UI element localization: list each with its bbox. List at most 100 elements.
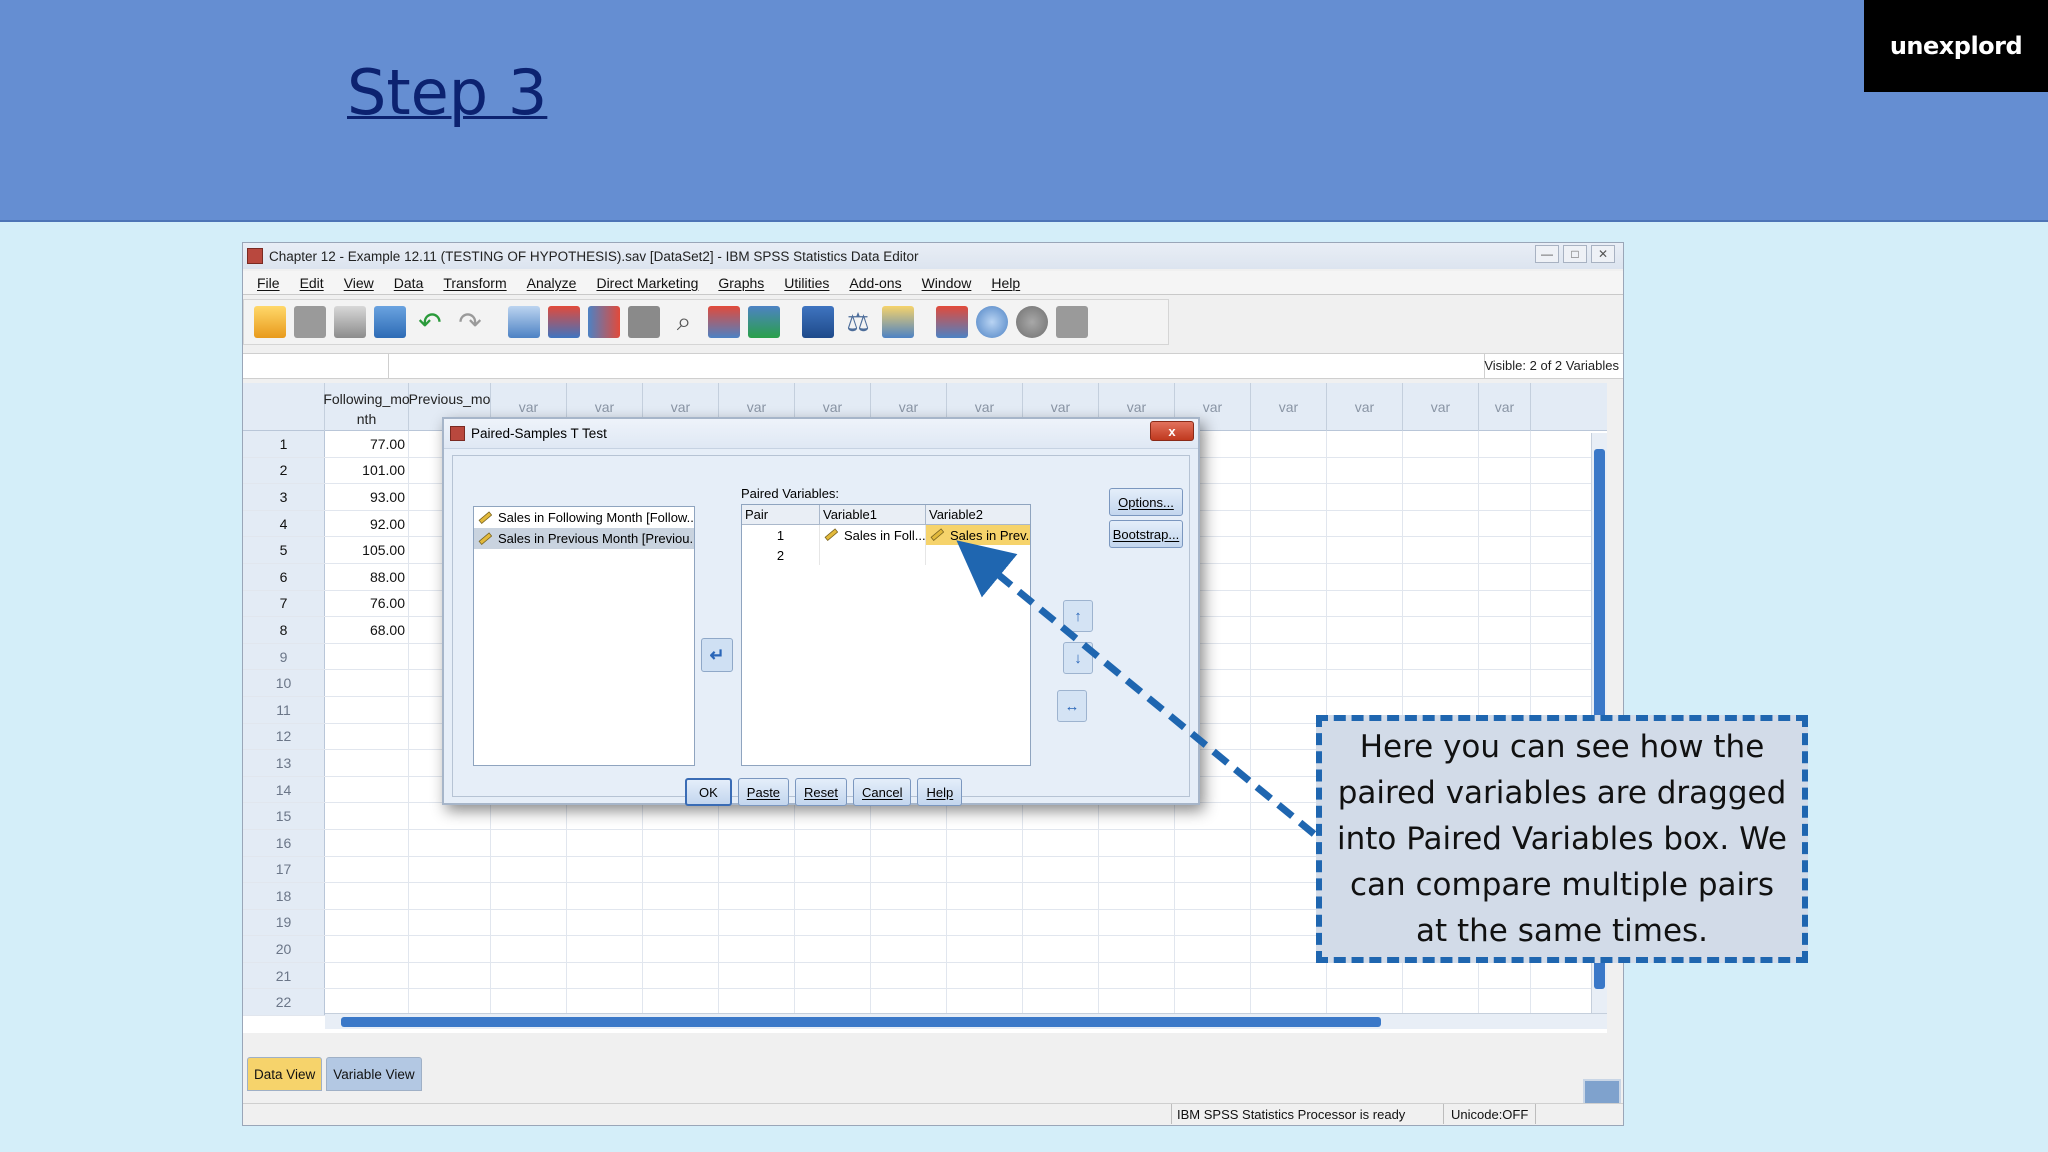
grid-cell[interactable]	[567, 989, 643, 1016]
grid-cell[interactable]	[1327, 510, 1403, 537]
save-icon[interactable]	[294, 306, 326, 338]
grid-cell[interactable]	[1327, 617, 1403, 643]
bootstrap-button[interactable]: Bootstrap...	[1109, 520, 1183, 548]
open-folder-icon[interactable]	[254, 306, 286, 338]
redo-icon[interactable]: ↷	[454, 306, 486, 338]
grid-cell[interactable]	[1175, 803, 1251, 829]
grid-cell[interactable]	[1403, 989, 1479, 1016]
source-variable-list[interactable]: Sales in Following Month [Follow... Sale…	[473, 506, 695, 766]
paired-row-2[interactable]: 2	[742, 545, 1030, 565]
grid-cell[interactable]	[1175, 936, 1251, 962]
source-item-following-month[interactable]: Sales in Following Month [Follow...	[474, 507, 694, 528]
pair-variable2[interactable]	[926, 545, 1030, 565]
grid-cell[interactable]: 105.00	[325, 537, 409, 563]
grid-cell[interactable]: 92.00	[325, 510, 409, 537]
grid-cell[interactable]	[795, 962, 871, 989]
grid-cell[interactable]	[1099, 883, 1175, 909]
grid-cell[interactable]	[409, 909, 491, 936]
grid-cell[interactable]	[643, 829, 719, 856]
paste-button[interactable]: Paste	[737, 778, 790, 806]
grid-cell[interactable]	[409, 803, 491, 829]
grid-cell[interactable]	[325, 883, 409, 909]
grid-cell[interactable]	[871, 803, 947, 829]
grid-cell[interactable]	[1251, 617, 1327, 643]
menu-transform[interactable]: Transform	[433, 275, 516, 291]
weight-cases-icon[interactable]: ⚖	[842, 306, 874, 338]
grid-cell[interactable]	[719, 989, 795, 1016]
row-number[interactable]: 5	[243, 537, 325, 563]
row-number[interactable]: 19	[243, 909, 325, 936]
grid-cell[interactable]	[1479, 989, 1531, 1016]
row-number[interactable]: 9	[243, 643, 325, 670]
row-number[interactable]: 17	[243, 856, 325, 883]
grid-cell[interactable]	[491, 883, 567, 909]
grid-cell[interactable]	[1403, 670, 1479, 696]
grid-cell[interactable]	[1175, 856, 1251, 883]
grid-cell[interactable]	[491, 856, 567, 883]
grid-cell[interactable]	[947, 803, 1023, 829]
spell-check-icon[interactable]	[1056, 306, 1088, 338]
menu-direct-marketing[interactable]: Direct Marketing	[586, 275, 708, 291]
move-to-paired-button[interactable]: ↵	[701, 638, 733, 672]
grid-cell[interactable]	[491, 803, 567, 829]
grid-cell[interactable]: 93.00	[325, 484, 409, 510]
grid-cell[interactable]	[947, 829, 1023, 856]
grid-cell[interactable]	[1251, 590, 1327, 617]
value-labels-icon[interactable]	[936, 306, 968, 338]
grid-cell[interactable]	[871, 829, 947, 856]
grid-cell[interactable]	[947, 936, 1023, 962]
menu-window[interactable]: Window	[912, 275, 982, 291]
grid-cell[interactable]	[1251, 484, 1327, 510]
column-header-var[interactable]: var	[1327, 383, 1403, 431]
grid-cell[interactable]	[409, 856, 491, 883]
menu-edit[interactable]: Edit	[290, 275, 334, 291]
grid-cell[interactable]	[325, 803, 409, 829]
pair-variable1[interactable]: Sales in Foll...	[820, 525, 926, 545]
grid-cell[interactable]	[1479, 670, 1531, 696]
goto-variable-icon[interactable]	[548, 306, 580, 338]
grid-cell[interactable]	[325, 829, 409, 856]
grid-cell[interactable]	[947, 883, 1023, 909]
maximize-button[interactable]: □	[1563, 245, 1587, 263]
grid-cell[interactable]	[491, 936, 567, 962]
grid-cell[interactable]	[1403, 563, 1479, 590]
grid-cell[interactable]	[325, 989, 409, 1016]
row-number[interactable]: 21	[243, 962, 325, 989]
grid-cell[interactable]	[1251, 431, 1327, 457]
grid-cell[interactable]	[1099, 803, 1175, 829]
table-row[interactable]: 21	[243, 962, 1607, 990]
menu-file[interactable]: File	[247, 275, 290, 291]
grid-cell[interactable]	[643, 936, 719, 962]
grid-cell[interactable]	[1479, 431, 1531, 457]
dialog-close-button[interactable]: x	[1150, 421, 1194, 441]
ok-button[interactable]: OK	[685, 778, 732, 806]
grid-cell[interactable]	[1327, 431, 1403, 457]
grid-cell[interactable]	[643, 989, 719, 1016]
row-number[interactable]: 1	[243, 431, 325, 457]
row-number[interactable]: 4	[243, 510, 325, 537]
grid-cell[interactable]	[1251, 537, 1327, 563]
grid-cell[interactable]	[795, 989, 871, 1016]
row-number[interactable]: 18	[243, 883, 325, 909]
grid-cell[interactable]	[1403, 590, 1479, 617]
grid-cell[interactable]	[1251, 962, 1327, 989]
grid-cell[interactable]	[795, 803, 871, 829]
grid-cell[interactable]	[1023, 856, 1099, 883]
grid-cell[interactable]	[1099, 936, 1175, 962]
row-number[interactable]: 3	[243, 484, 325, 510]
menu-view[interactable]: View	[334, 275, 384, 291]
select-cases-icon[interactable]	[882, 306, 914, 338]
grid-cell[interactable]	[643, 856, 719, 883]
grid-cell[interactable]	[1327, 563, 1403, 590]
close-button[interactable]: ✕	[1591, 245, 1615, 263]
grid-cell[interactable]	[567, 829, 643, 856]
grid-cell[interactable]	[1403, 457, 1479, 484]
row-number[interactable]: 11	[243, 696, 325, 723]
grid-cell[interactable]	[719, 909, 795, 936]
row-number[interactable]: 2	[243, 457, 325, 484]
grid-cell[interactable]	[1099, 962, 1175, 989]
grid-cell[interactable]	[1099, 829, 1175, 856]
grid-cell[interactable]	[491, 829, 567, 856]
grid-cell[interactable]	[491, 962, 567, 989]
grid-cell[interactable]	[1479, 563, 1531, 590]
